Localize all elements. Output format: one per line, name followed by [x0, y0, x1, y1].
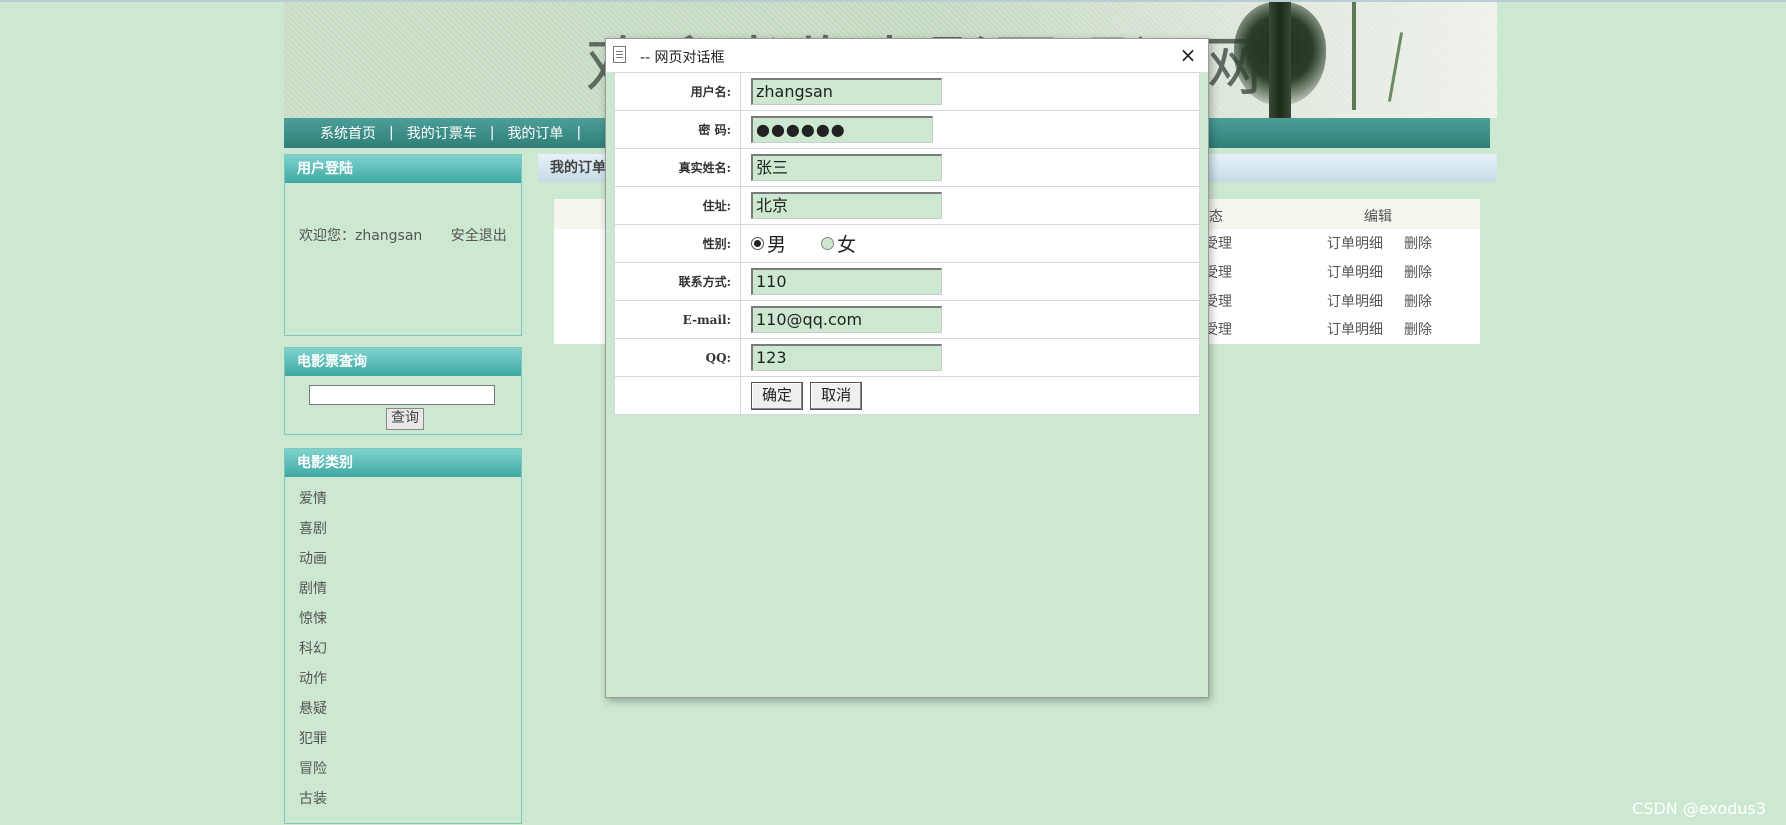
category-list: 爱情 喜剧 动画 剧情 惊悚 科幻 动作 悬疑 犯罪 冒险 古装 [299, 489, 327, 819]
search-panel: 电影票查询 查询 [284, 347, 522, 435]
logout-link[interactable]: 安全退出 [451, 228, 507, 244]
order-detail-link[interactable]: 订单明细 [1327, 319, 1383, 339]
watermark: CSDN @exodus3 [1632, 799, 1766, 818]
ok-button[interactable]: 确定 [751, 381, 804, 410]
form-row-address: 住址: 北京 [614, 186, 1200, 225]
nav-separator: | [489, 125, 495, 141]
category-item[interactable]: 喜剧 [299, 519, 327, 549]
category-panel: 电影类别 爱情 喜剧 动画 剧情 惊悚 科幻 动作 悬疑 犯罪 冒险 古装 [284, 448, 522, 824]
cancel-button[interactable]: 取消 [810, 381, 863, 410]
category-item[interactable]: 悬疑 [299, 699, 327, 729]
category-item[interactable]: 剧情 [299, 579, 327, 609]
category-item[interactable]: 古装 [299, 789, 327, 819]
realname-field[interactable]: 张三 [751, 154, 942, 181]
address-label: 住址: [614, 186, 741, 225]
form-row-gender: 性别: 男 女 [614, 224, 1200, 263]
gender-female-radio[interactable]: 女 [821, 230, 856, 257]
category-item[interactable]: 爱情 [299, 489, 327, 519]
gender-male-label: 男 [767, 234, 787, 256]
radio-unselected-icon [821, 237, 835, 250]
gender-female-label: 女 [837, 234, 857, 256]
dialog-titlebar[interactable]: -- 网页对话框 × [606, 39, 1208, 72]
banner-plant-stalk [1352, 2, 1356, 110]
search-panel-title: 电影票查询 [285, 348, 521, 376]
email-field[interactable]: 110@qq.com [751, 306, 942, 333]
radio-selected-icon [751, 237, 764, 250]
category-item[interactable]: 动作 [299, 669, 327, 699]
realname-label: 真实姓名: [614, 148, 741, 187]
close-icon[interactable]: × [1176, 43, 1200, 67]
category-item[interactable]: 科幻 [299, 639, 327, 669]
header-edit: 编辑 [1364, 209, 1392, 225]
order-delete-link[interactable]: 删除 [1404, 319, 1432, 339]
login-panel-title: 用户登陆 [285, 155, 521, 183]
nav-separator: | [389, 125, 394, 141]
category-item[interactable]: 犯罪 [299, 729, 327, 759]
form-row-email: E-mail: 110@qq.com [614, 300, 1200, 339]
order-detail-link[interactable]: 订单明细 [1327, 262, 1383, 282]
login-panel: 用户登陆 欢迎您：zhangsan 安全退出 [284, 154, 522, 336]
header-status: 态 [1209, 209, 1223, 225]
username-field[interactable]: zhangsan [751, 78, 942, 105]
order-detail-link[interactable]: 订单明细 [1327, 233, 1383, 253]
welcome-text: 欢迎您：zhangsan [299, 228, 423, 244]
form-row-password: 密 码: ●●●●●● [614, 110, 1200, 149]
form-row-username: 用户名: zhangsan [614, 72, 1200, 111]
order-detail-link[interactable]: 订单明细 [1327, 291, 1383, 311]
form-row-qq: QQ: 123 [614, 338, 1200, 377]
order-delete-link[interactable]: 删除 [1404, 291, 1432, 311]
gender-male-radio[interactable]: 男 [751, 230, 786, 257]
search-button[interactable]: 查询 [386, 408, 424, 430]
nav-home[interactable]: 系统首页 [320, 123, 376, 143]
email-label: E-mail: [614, 300, 741, 339]
qq-label: QQ: [614, 338, 741, 377]
banner-tree-trunk [1269, 2, 1291, 118]
search-input[interactable] [309, 385, 495, 405]
nav-separator: | [576, 125, 582, 141]
phone-field[interactable]: 110 [751, 268, 942, 295]
category-item[interactable]: 冒险 [299, 759, 327, 789]
form-row-buttons: 确定 取消 [614, 376, 1200, 415]
address-field[interactable]: 北京 [751, 192, 942, 219]
user-form: 用户名: zhangsan 密 码: ●●●●●● 真实姓名: 张三 住址: 北… [614, 72, 1200, 415]
banner-plant-stalk-2 [1387, 32, 1404, 102]
buttons-label-cell [614, 376, 741, 415]
category-item[interactable]: 惊悚 [299, 609, 327, 639]
password-label: 密 码: [614, 110, 741, 149]
welcome-row: 欢迎您：zhangsan 安全退出 [299, 225, 507, 245]
category-item[interactable]: 动画 [299, 549, 327, 579]
password-field[interactable]: ●●●●●● [751, 116, 933, 143]
gender-label: 性别: [614, 224, 741, 263]
order-delete-link[interactable]: 删除 [1404, 233, 1432, 253]
username-label: 用户名: [614, 72, 741, 111]
category-panel-title: 电影类别 [285, 449, 521, 477]
document-icon [613, 46, 626, 63]
form-row-phone: 联系方式: 110 [614, 262, 1200, 301]
phone-label: 联系方式: [614, 262, 741, 301]
order-delete-link[interactable]: 删除 [1404, 262, 1432, 282]
nav-ticket-cart[interactable]: 我的订票车 [407, 123, 477, 143]
form-row-realname: 真实姓名: 张三 [614, 148, 1200, 187]
qq-field[interactable]: 123 [751, 344, 942, 371]
dialog-title: -- 网页对话框 [640, 50, 725, 66]
nav-my-orders[interactable]: 我的订单 [507, 123, 563, 143]
web-dialog: -- 网页对话框 × 用户名: zhangsan 密 码: ●●●●●● 真实姓… [605, 38, 1209, 698]
